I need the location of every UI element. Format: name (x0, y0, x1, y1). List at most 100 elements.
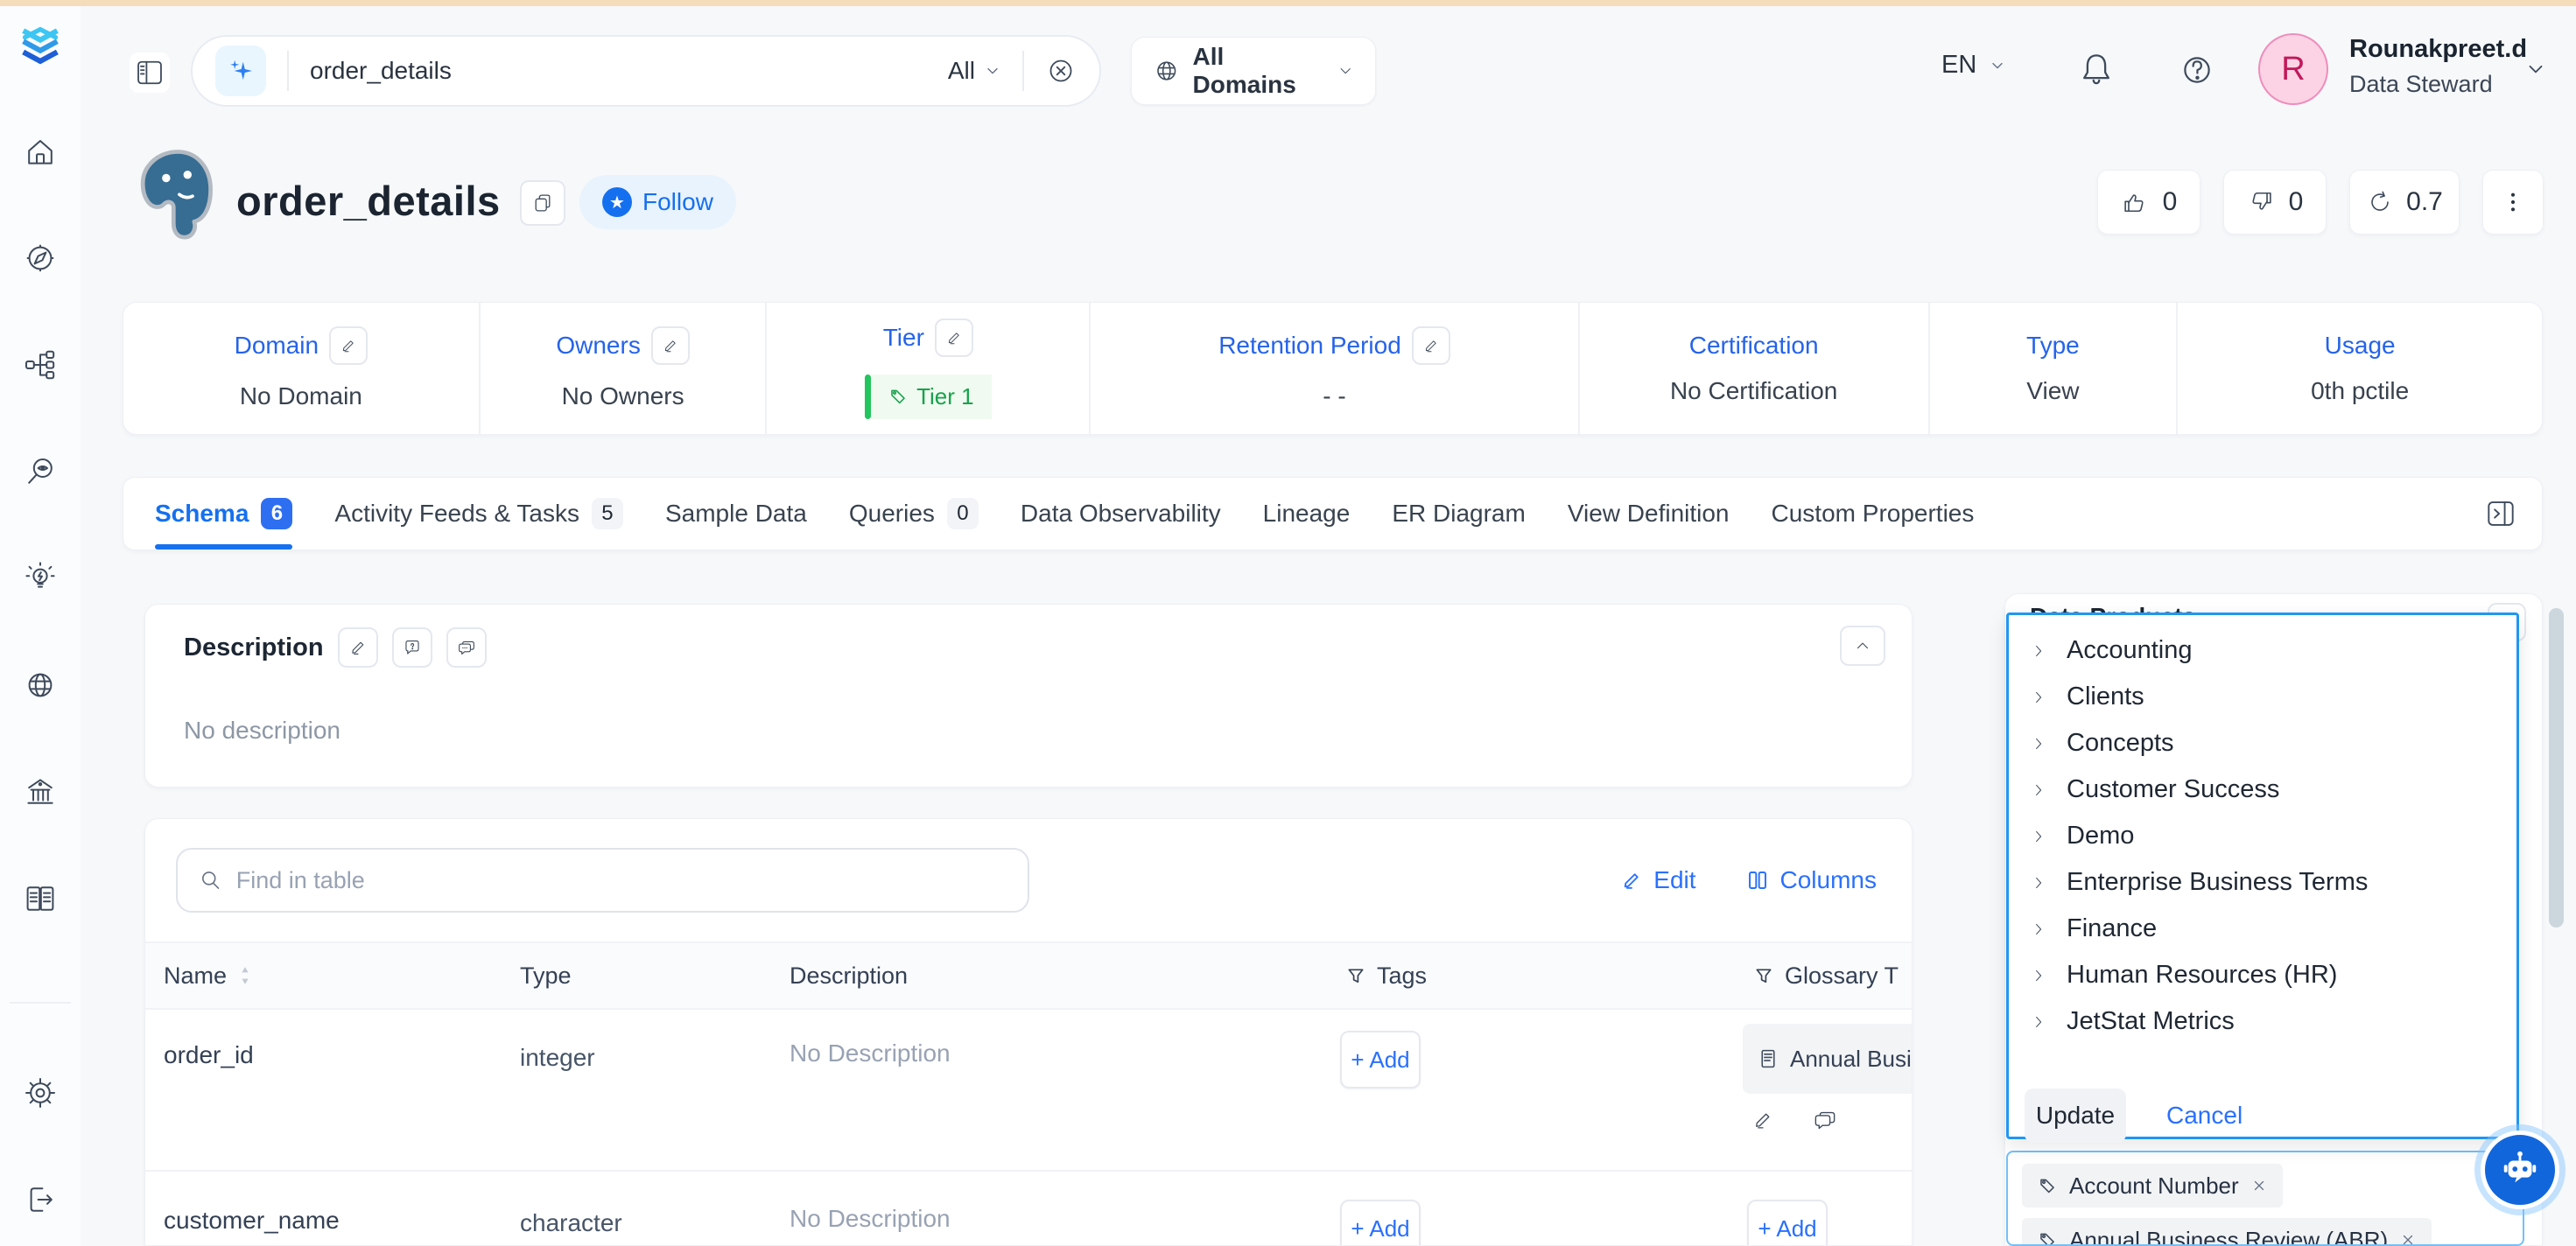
kebab-menu-icon (2502, 189, 2524, 215)
notifications-button[interactable] (2076, 49, 2116, 94)
sidebar-item-explore[interactable] (21, 239, 60, 277)
remove-term-icon[interactable] (2251, 1178, 2267, 1194)
chevron-right-icon (2030, 874, 2047, 892)
cell-description: No Description (790, 1172, 1317, 1246)
update-button[interactable]: Update (2025, 1088, 2126, 1143)
downvote-button[interactable]: 0 (2223, 170, 2327, 234)
collapse-description-button[interactable] (1840, 626, 1885, 666)
certification-label: Certification (1689, 332, 1819, 360)
flow-tree-icon (23, 347, 58, 382)
all-domains-dropdown[interactable]: All Domains (1131, 37, 1376, 105)
tree-item-enterprise-business-terms[interactable]: Enterprise Business Terms (2009, 859, 2516, 906)
domain-value: No Domain (240, 382, 362, 410)
tab-sample-data[interactable]: Sample Data (665, 478, 807, 550)
app-logo[interactable] (21, 25, 60, 64)
tab-view-definition[interactable]: View Definition (1568, 478, 1730, 550)
tab-activity-feeds[interactable]: Activity Feeds & Tasks5 (334, 478, 623, 550)
scrollbar-thumb[interactable] (2549, 608, 2564, 928)
tab-er-diagram[interactable]: ER Diagram (1392, 478, 1525, 550)
table-row[interactable]: customer_name character varying(100) No … (145, 1172, 1913, 1246)
sidebar-item-lineage[interactable] (21, 346, 60, 384)
tab-schema[interactable]: Schema6 (155, 478, 292, 550)
tree-item-demo[interactable]: Demo (2009, 813, 2516, 859)
tree-item-concepts[interactable]: Concepts (2009, 720, 2516, 766)
tree-item-finance[interactable]: Finance (2009, 906, 2516, 952)
edit-glossary-button[interactable] (1751, 1109, 1774, 1131)
comments-button[interactable] (446, 627, 487, 668)
tier-label: Tier (883, 324, 924, 352)
tab-data-observability[interactable]: Data Observability (1021, 478, 1221, 550)
chevron-right-icon (2030, 967, 2047, 984)
request-description-button[interactable] (392, 627, 432, 668)
sidebar-item-observability[interactable] (21, 452, 60, 491)
column-header-name[interactable]: Name (164, 962, 520, 990)
column-header-glossary[interactable]: Glossary T (1725, 962, 1913, 990)
add-glossary-term-button[interactable]: + Add (1747, 1200, 1828, 1246)
panel-expand-icon (2484, 497, 2517, 530)
user-menu-chevron-icon[interactable] (2524, 58, 2547, 80)
comment-glossary-button[interactable] (1813, 1108, 1837, 1132)
edit-owners-button[interactable] (651, 326, 690, 365)
tree-item-accounting[interactable]: Accounting (2009, 627, 2516, 674)
add-tag-button[interactable]: + Add (1340, 1031, 1421, 1088)
selected-terms-box[interactable]: Account Number Annual Business Review (A… (2006, 1151, 2524, 1246)
version-number: 0.7 (2406, 187, 2443, 217)
follow-button[interactable]: ★ Follow (579, 175, 736, 229)
tree-item-jetstat-metrics[interactable]: JetStat Metrics (2009, 998, 2516, 1045)
edit-table-button[interactable]: Edit (1620, 866, 1695, 894)
page-title: order_details (236, 177, 501, 225)
edit-retention-button[interactable] (1412, 326, 1450, 365)
tab-queries[interactable]: Queries0 (849, 478, 979, 550)
tag-icon (888, 387, 908, 406)
sidebar-item-home[interactable] (21, 132, 60, 171)
tree-item-customer-success[interactable]: Customer Success (2009, 766, 2516, 813)
sidebar-item-govern[interactable] (21, 773, 60, 811)
search-input[interactable] (310, 57, 948, 85)
glossary-term-icon (1757, 1047, 1779, 1070)
tree-item-human-resources[interactable]: Human Resources (HR) (2009, 952, 2516, 998)
add-tag-button[interactable]: + Add (1340, 1200, 1421, 1246)
edit-description-button[interactable] (338, 627, 378, 668)
selected-term-chip[interactable]: Annual Business Review (ABR) (2022, 1218, 2432, 1246)
robot-icon (2499, 1149, 2541, 1191)
remove-term-icon[interactable] (2400, 1232, 2416, 1246)
more-actions-button[interactable] (2482, 170, 2544, 234)
sidebar-item-logout[interactable] (21, 1180, 60, 1219)
ai-search-button[interactable] (215, 46, 266, 96)
edit-domain-button[interactable] (329, 326, 368, 365)
copy-name-button[interactable] (520, 180, 565, 226)
sidebar-item-insights[interactable] (21, 559, 60, 598)
sidebar-toggle-button[interactable] (130, 52, 170, 93)
edit-tier-button[interactable] (935, 318, 973, 357)
tree-item-clients[interactable]: Clients (2009, 674, 2516, 720)
find-in-table-search[interactable] (176, 848, 1029, 913)
cancel-button[interactable]: Cancel (2166, 1102, 2243, 1130)
logout-icon (23, 1182, 58, 1217)
sidebar-item-settings[interactable] (21, 1074, 60, 1112)
tab-lineage[interactable]: Lineage (1263, 478, 1351, 550)
table-row[interactable]: order_id integer No Description + Add An… (145, 1010, 1913, 1172)
meta-usage: Usage 0th pctile (2178, 303, 2542, 434)
clear-search-icon[interactable] (1045, 55, 1077, 87)
sidebar-item-glossary[interactable] (21, 879, 60, 918)
column-header-tags[interactable]: Tags (1317, 962, 1725, 990)
user-menu[interactable]: Rounakpreet.d Data Steward (2349, 35, 2527, 98)
search-scope-dropdown[interactable]: All (948, 57, 1001, 85)
sidebar-item-domains[interactable] (21, 666, 60, 704)
find-in-table-input[interactable] (236, 867, 1007, 894)
help-button[interactable] (2178, 51, 2216, 94)
version-button[interactable]: 0.7 (2349, 170, 2460, 234)
global-search-bar[interactable]: All (191, 35, 1101, 107)
expand-side-panel-button[interactable] (2484, 497, 2517, 535)
tier-badge-bar (865, 374, 871, 419)
chat-assistant-button[interactable] (2481, 1130, 2559, 1209)
upvote-button[interactable]: 0 (2097, 170, 2200, 234)
selected-term-chip[interactable]: Account Number (2022, 1164, 2283, 1208)
columns-button[interactable]: Columns (1745, 866, 1877, 894)
gear-icon (23, 1075, 58, 1110)
language-selector[interactable]: EN (1941, 51, 2006, 80)
type-label: Type (2026, 332, 2080, 360)
avatar[interactable]: R (2258, 33, 2328, 105)
glossary-term-chip[interactable]: Annual Busine (1743, 1024, 1913, 1094)
tab-custom-properties[interactable]: Custom Properties (1772, 478, 1975, 550)
